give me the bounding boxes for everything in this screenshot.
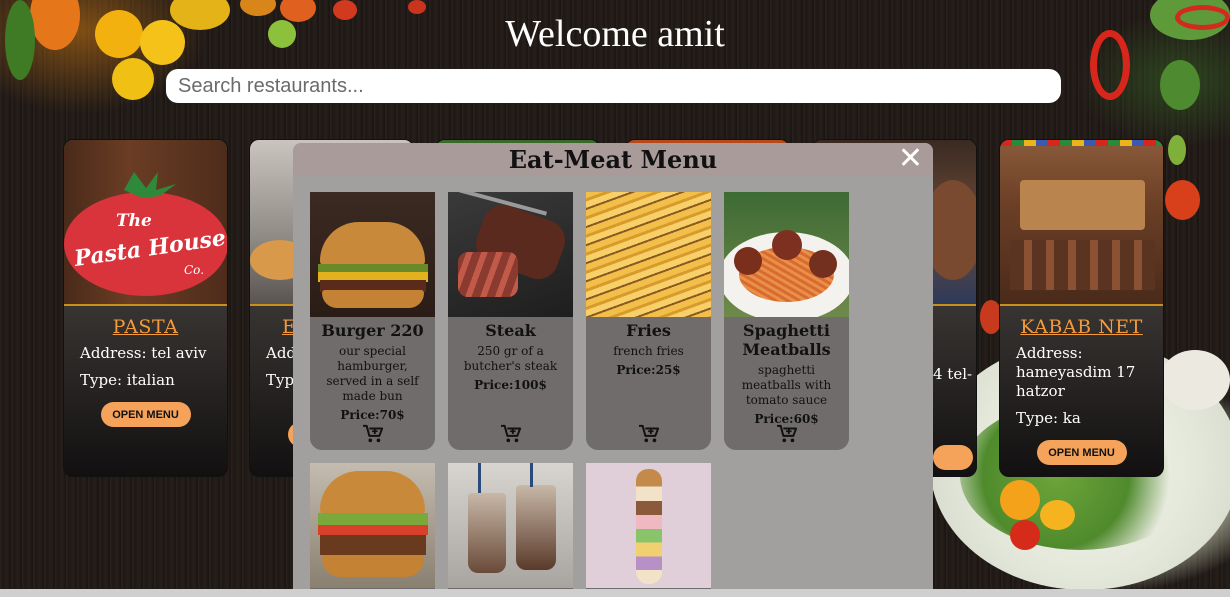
menu-item-price: Price:100$ <box>474 378 547 392</box>
menu-item-price: Price:70$ <box>340 408 405 422</box>
restaurant-type: Type: ka <box>1016 409 1081 427</box>
milkshake-image <box>448 463 573 588</box>
burger-image <box>310 192 435 317</box>
menu-item-description: spaghetti meatballs with tomato sauce <box>741 363 832 407</box>
menu-item <box>310 463 435 597</box>
menu-item-name: Spaghetti Meatballs <box>742 321 831 359</box>
logo-text-the: The <box>116 211 152 231</box>
leaf-decoration <box>1168 135 1186 165</box>
add-to-cart-icon[interactable] <box>500 424 522 444</box>
open-menu-button[interactable]: OPEN MENU <box>100 402 191 427</box>
dip-bowl-decoration <box>1160 350 1230 410</box>
ice-cream-image <box>586 463 711 588</box>
welcome-heading: Welcome amit <box>505 13 725 55</box>
close-icon[interactable]: ✕ <box>898 144 923 174</box>
restaurant-name[interactable]: KABAB NET <box>1000 316 1163 338</box>
menu-modal: Eat-Meat Menu ✕ Burger 220 our special h… <box>293 143 933 597</box>
spaghetti-image <box>724 192 849 317</box>
menu-item-name: Steak <box>485 321 536 340</box>
tomato-decoration <box>112 58 154 100</box>
menu-item-description: french fries <box>613 344 684 358</box>
restaurant-name[interactable]: PASTA <box>64 316 227 338</box>
add-to-cart-icon[interactable] <box>776 424 798 444</box>
restaurant-logo: The Pasta House Co. <box>64 140 227 306</box>
logo-text-co: Co. <box>184 263 204 277</box>
veggie-burger-image <box>310 463 435 588</box>
search-input[interactable] <box>166 69 1061 103</box>
menu-item <box>586 463 711 597</box>
restaurant-address: Address: tel aviv <box>80 344 207 362</box>
restaurant-address: 4 tel- <box>933 365 973 383</box>
pasta-house-logo: The Pasta House Co. <box>64 172 227 296</box>
menu-item-description: 250 gr of a butcher's steak <box>463 344 558 373</box>
add-to-cart-icon[interactable] <box>362 424 384 444</box>
add-to-cart-icon[interactable] <box>638 424 660 444</box>
menu-item: Steak 250 gr of a butcher's steak Price:… <box>448 192 573 450</box>
pepper-decoration <box>1010 520 1040 550</box>
fries-image <box>586 192 711 317</box>
restaurant-card-pasta: The Pasta House Co. PASTA Address: tel a… <box>63 139 228 477</box>
modal-header: Eat-Meat Menu ✕ <box>293 143 933 176</box>
herb-decoration <box>1160 60 1200 110</box>
menu-item: Burger 220 our special hamburger, served… <box>310 192 435 450</box>
restaurant-type: Type: italian <box>80 371 175 389</box>
menu-item-name: Fries <box>626 321 671 340</box>
modal-title: Eat-Meat Menu <box>508 145 718 174</box>
horizontal-scrollbar[interactable] <box>0 589 1230 597</box>
menu-item: Spaghetti Meatballs spaghetti meatballs … <box>724 192 849 450</box>
tomato-decoration <box>1165 180 1200 220</box>
restaurant-image <box>1000 140 1163 306</box>
menu-item-description: our special hamburger, served in a self … <box>326 344 419 403</box>
restaurant-address: Address: hameyasdim 17 hatzor <box>1016 344 1136 400</box>
pepper-decoration <box>1000 480 1040 520</box>
menu-item <box>448 463 573 597</box>
pepper-decoration <box>1040 500 1075 530</box>
restaurant-card-kabab-net: KABAB NET Address: hameyasdim 17 hatzor … <box>999 139 1164 477</box>
open-menu-button[interactable] <box>933 445 973 470</box>
open-menu-button[interactable]: OPEN MENU <box>1036 440 1127 465</box>
menu-item-price: Price:25$ <box>616 363 681 377</box>
menu-item-name: Burger 220 <box>321 321 424 340</box>
steak-image <box>448 192 573 317</box>
menu-item: Fries french fries Price:25$ <box>586 192 711 450</box>
